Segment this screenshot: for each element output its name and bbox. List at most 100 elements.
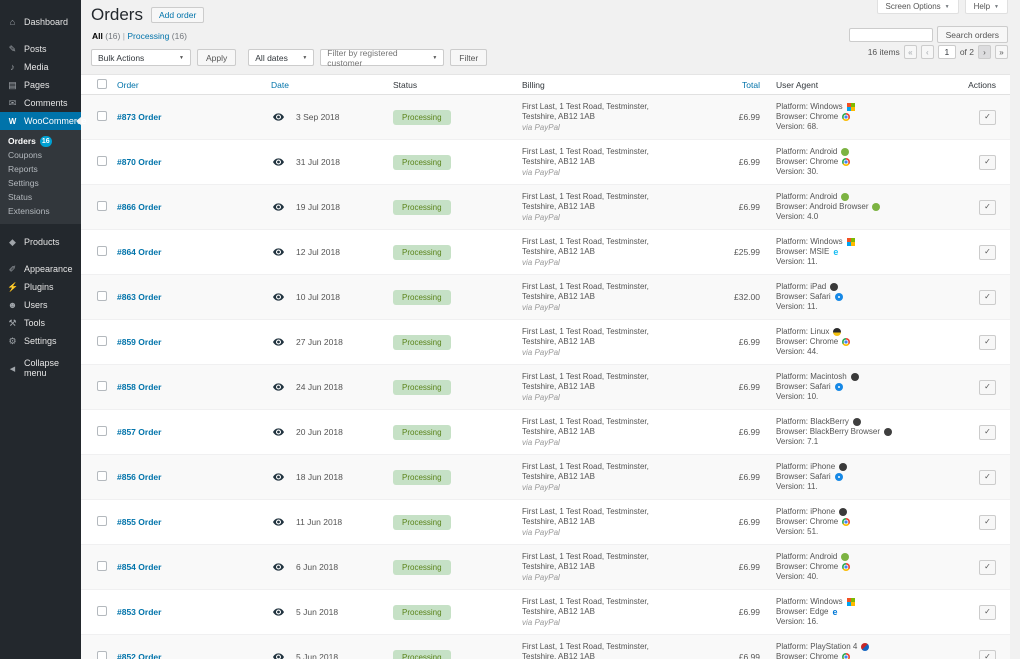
sidebar-item-dashboard[interactable]: Dashboard	[0, 13, 81, 31]
filter-button[interactable]: Filter	[450, 49, 487, 66]
complete-action-button[interactable]: ✓	[979, 380, 996, 395]
order-link[interactable]: #856 Order	[117, 472, 161, 482]
preview-icon[interactable]	[273, 248, 284, 256]
screen-options-tab[interactable]: Screen Options ▼	[877, 0, 959, 14]
column-header-date[interactable]: Date	[271, 75, 368, 95]
complete-action-button[interactable]: ✓	[979, 470, 996, 485]
order-link[interactable]: #859 Order	[117, 337, 161, 347]
ua-platform: Platform: iPhone	[776, 507, 835, 517]
table-row: #863 Order10 Jul 2018ProcessingFirst Las…	[81, 275, 1010, 320]
sidebar-item-tools[interactable]: Tools	[0, 314, 81, 332]
order-link[interactable]: #873 Order	[117, 112, 161, 122]
preview-icon[interactable]	[273, 158, 284, 166]
complete-action-button[interactable]: ✓	[979, 155, 996, 170]
preview-icon[interactable]	[273, 518, 284, 526]
preview-icon[interactable]	[273, 113, 284, 121]
order-link[interactable]: #855 Order	[117, 517, 161, 527]
customer-filter-select[interactable]: Filter by registered customer ▼	[320, 49, 444, 66]
last-page-button[interactable]: »	[995, 45, 1008, 59]
sidebar-item-appearance[interactable]: Appearance	[0, 260, 81, 278]
sidebar-item-comments[interactable]: Comments	[0, 94, 81, 112]
preview-icon[interactable]	[273, 653, 284, 659]
preview-icon[interactable]	[273, 203, 284, 211]
view-divider: |	[123, 31, 125, 41]
sidebar-item-collapse-menu[interactable]: Collapse menu	[0, 359, 81, 377]
sidebar-item-pages[interactable]: Pages	[0, 76, 81, 94]
checkmark-icon: ✓	[984, 337, 991, 346]
submenu-item-reports[interactable]: Reports	[0, 162, 81, 176]
order-link[interactable]: #863 Order	[117, 292, 161, 302]
order-link[interactable]: #857 Order	[117, 427, 161, 437]
complete-action-button[interactable]: ✓	[979, 200, 996, 215]
submenu-item-settings[interactable]: Settings	[0, 176, 81, 190]
view-all-link[interactable]: All	[92, 31, 103, 41]
row-checkbox[interactable]	[97, 336, 107, 346]
submenu-item-status[interactable]: Status	[0, 190, 81, 204]
column-header-total[interactable]: Total	[695, 75, 768, 95]
submenu-item-orders[interactable]: Orders16	[0, 134, 81, 148]
complete-action-button[interactable]: ✓	[979, 245, 996, 260]
preview-icon[interactable]	[273, 608, 284, 616]
order-link[interactable]: #864 Order	[117, 247, 161, 257]
row-checkbox[interactable]	[97, 471, 107, 481]
complete-action-button[interactable]: ✓	[979, 110, 996, 125]
date-filter-select[interactable]: All dates ▼	[248, 49, 314, 66]
apply-button[interactable]: Apply	[197, 49, 236, 66]
order-link[interactable]: #852 Order	[117, 652, 161, 659]
complete-action-button[interactable]: ✓	[979, 335, 996, 350]
row-checkbox[interactable]	[97, 516, 107, 526]
preview-icon[interactable]	[273, 293, 284, 301]
order-link[interactable]: #854 Order	[117, 562, 161, 572]
sidebar-item-media[interactable]: Media	[0, 58, 81, 76]
settings-icon	[7, 336, 18, 347]
add-order-button[interactable]: Add order	[151, 7, 204, 23]
order-link[interactable]: #866 Order	[117, 202, 161, 212]
complete-action-button[interactable]: ✓	[979, 605, 996, 620]
sidebar-item-users[interactable]: Users	[0, 296, 81, 314]
column-header-order[interactable]: Order	[115, 75, 271, 95]
row-checkbox[interactable]	[97, 111, 107, 121]
order-link[interactable]: #853 Order	[117, 607, 161, 617]
row-checkbox[interactable]	[97, 426, 107, 436]
preview-icon[interactable]	[273, 428, 284, 436]
order-date: 20 Jun 2018	[296, 427, 343, 437]
row-checkbox[interactable]	[97, 246, 107, 256]
next-page-button[interactable]: ›	[978, 45, 991, 59]
preview-icon[interactable]	[273, 338, 284, 346]
sidebar-item-posts[interactable]: Posts	[0, 40, 81, 58]
sidebar-item-settings[interactable]: Settings	[0, 332, 81, 350]
submenu-item-coupons[interactable]: Coupons	[0, 148, 81, 162]
search-orders-button[interactable]: Search orders	[937, 26, 1008, 43]
tools-icon	[7, 318, 18, 329]
order-link[interactable]: #858 Order	[117, 382, 161, 392]
row-checkbox[interactable]	[97, 651, 107, 659]
row-checkbox[interactable]	[97, 201, 107, 211]
sidebar-item-plugins[interactable]: Plugins	[0, 278, 81, 296]
checkmark-icon: ✓	[984, 112, 991, 121]
search-orders-input[interactable]	[849, 28, 933, 42]
select-all-checkbox[interactable]	[97, 79, 107, 89]
safari-icon	[835, 473, 843, 481]
complete-action-button[interactable]: ✓	[979, 650, 996, 659]
sidebar-item-woocommerce[interactable]: WooCommerce	[0, 112, 81, 130]
complete-action-button[interactable]: ✓	[979, 560, 996, 575]
preview-icon[interactable]	[273, 563, 284, 571]
bulk-actions-select[interactable]: Bulk Actions ▼	[91, 49, 191, 66]
view-processing-link[interactable]: Processing	[127, 31, 169, 41]
row-checkbox[interactable]	[97, 606, 107, 616]
row-checkbox[interactable]	[97, 381, 107, 391]
help-tab[interactable]: Help ▼	[965, 0, 1008, 14]
complete-action-button[interactable]: ✓	[979, 515, 996, 530]
preview-icon[interactable]	[273, 383, 284, 391]
current-page-input[interactable]	[938, 45, 956, 59]
complete-action-button[interactable]: ✓	[979, 425, 996, 440]
row-checkbox[interactable]	[97, 156, 107, 166]
submenu-item-extensions[interactable]: Extensions	[0, 204, 81, 218]
sidebar-item-products[interactable]: Products	[0, 233, 81, 251]
preview-icon[interactable]	[273, 473, 284, 481]
row-checkbox[interactable]	[97, 561, 107, 571]
complete-action-button[interactable]: ✓	[979, 290, 996, 305]
row-checkbox[interactable]	[97, 291, 107, 301]
order-link[interactable]: #870 Order	[117, 157, 161, 167]
ua-version: Version: 51.	[776, 527, 818, 537]
